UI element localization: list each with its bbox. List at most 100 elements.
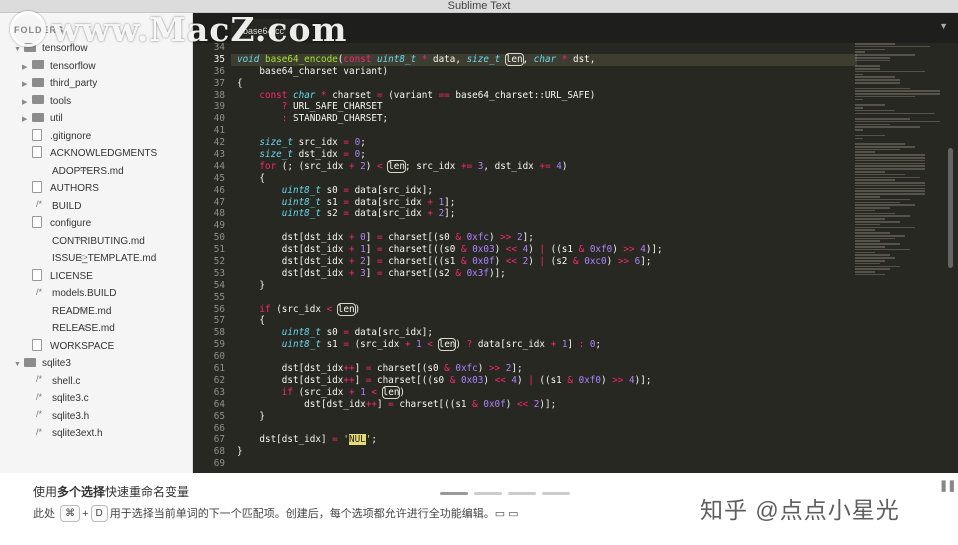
line-number: 59	[213, 339, 225, 351]
minimap[interactable]	[855, 43, 940, 303]
sidebar-item-acknowledgments[interactable]: ACKNOWLEDGMENTS	[0, 145, 192, 163]
sidebar-item-label: LICENSE	[50, 270, 93, 282]
code-line[interactable]: dst[dst_idx + 0] = charset[(s0 & 0xfc) >…	[237, 232, 847, 244]
code-line[interactable]: size_t dst_idx = 0;	[237, 149, 847, 161]
code-line[interactable]	[237, 423, 847, 435]
code-line[interactable]: uint8_t s1 = (src_idx + 1 < len) ? data[…	[237, 338, 847, 352]
pager-dot[interactable]	[542, 492, 570, 495]
code-line[interactable]: }	[237, 280, 847, 292]
code-line[interactable]: size_t src_idx = 0;	[237, 137, 847, 149]
tab-dropdown-icon[interactable]: ▼	[939, 21, 948, 31]
code-line[interactable]: if (src_idx < len)	[237, 302, 847, 316]
minimap-line	[855, 145, 915, 148]
sidebar-item-label: third_party	[50, 78, 98, 89]
disclosure-closed-icon[interactable]: ▶	[22, 111, 32, 129]
code-line[interactable]	[237, 292, 847, 304]
markdown-file-icon: <>	[78, 165, 88, 175]
disclosure-open-icon[interactable]: ▼	[14, 356, 24, 374]
code-line[interactable]: uint8_t s1 = data[src_idx + 1];	[237, 197, 847, 209]
sidebar-item-label: shell.c	[52, 375, 81, 387]
code-line[interactable]	[237, 458, 847, 470]
sidebar-item-adopters-md[interactable]: <>ADOPTERS.md	[0, 163, 192, 181]
line-number: 67	[213, 434, 225, 446]
sidebar: FOLDERS ▼ tensorflow ▶ tensorflow ▶ third_par…	[0, 13, 193, 473]
sidebar-item-build[interactable]: /* BUILD	[0, 198, 192, 216]
code-line[interactable]: dst[dst_idx++] = charset[(s0 & 0xfc) >> …	[237, 363, 847, 375]
scrollbar[interactable]	[948, 43, 953, 473]
minimap-line	[855, 262, 880, 265]
scrollbar-thumb[interactable]	[948, 148, 953, 268]
code-line[interactable]	[237, 220, 847, 232]
code-line[interactable]: dst[dst_idx + 2] = charset[((s1 & 0x0f) …	[237, 256, 847, 268]
line-number: 51	[213, 244, 225, 256]
line-number: 52	[213, 256, 225, 268]
code-line[interactable]: dst[dst_idx++] = charset[((s1 & 0x0f) <<…	[237, 399, 847, 411]
sidebar-item-tools[interactable]: ▶ tools	[0, 93, 192, 111]
code-line[interactable]: uint8_t s2 = data[src_idx + 2];	[237, 208, 847, 220]
line-number: 39	[213, 101, 225, 113]
code-line[interactable]: ? URL_SAFE_CHARSET	[237, 101, 847, 113]
sidebar-item-models-build[interactable]: /* models.BUILD	[0, 285, 192, 303]
line-number: 49	[213, 220, 225, 232]
pause-icon[interactable]: ❚❚	[939, 479, 956, 492]
minimap-line	[855, 176, 920, 179]
sidebar-item-license[interactable]: LICENSE	[0, 268, 192, 286]
sidebar-item-third-party[interactable]: ▶ third_party	[0, 75, 192, 93]
sidebar-item-sqlite3-h[interactable]: /* sqlite3.h	[0, 408, 192, 426]
line-number: 69	[213, 458, 225, 470]
code-line[interactable]: const char * charset = (variant == base6…	[237, 90, 847, 102]
disclosure-closed-icon[interactable]: ▶	[22, 59, 32, 77]
code-line[interactable]: uint8_t s0 = data[src_idx];	[237, 185, 847, 197]
source-file-icon: /*	[35, 374, 42, 385]
code-line[interactable]	[237, 125, 847, 137]
code-area[interactable]: void base64_encode(const uint8_t * data,…	[231, 42, 857, 470]
minimap-line	[855, 168, 925, 170]
code-line[interactable]: : STANDARD_CHARSET;	[237, 113, 847, 125]
sidebar-item-issue-template-md[interactable]: <>ISSUE_TEMPLATE.md	[0, 250, 192, 268]
minimap-line	[855, 112, 935, 115]
sidebar-item-tensorflow[interactable]: ▶ tensorflow	[0, 58, 192, 76]
sidebar-item-contributing-md[interactable]: <>CONTRIBUTING.md	[0, 233, 192, 251]
pager-dot[interactable]	[508, 492, 536, 495]
sidebar-item-util[interactable]: ▶ util	[0, 110, 192, 128]
code-editor[interactable]: base64.cc ▼ 34 35 36 37 38 39 40 41 42 43 44 45 46 47…	[193, 13, 958, 473]
code-line[interactable]: {	[237, 78, 847, 90]
code-line[interactable]: dst[dst_idx + 3] = charset[(s2 & 0x3f)];	[237, 268, 847, 280]
code-line[interactable]: void base64_encode(const uint8_t * data,…	[231, 52, 857, 66]
pager-dot[interactable]	[440, 492, 468, 495]
source-file-icon: /*	[35, 391, 42, 402]
minimap-line	[855, 229, 875, 231]
sidebar-item-sqlite3ext-h[interactable]: /* sqlite3ext.h	[0, 425, 192, 443]
disclosure-closed-icon[interactable]: ▶	[22, 76, 32, 94]
minimap-line	[855, 193, 925, 195]
sidebar-item--gitignore[interactable]: .gitignore	[0, 128, 192, 146]
markdown-file-icon: <>	[78, 305, 88, 315]
minimap-line	[855, 212, 895, 215]
disclosure-closed-icon[interactable]: ▶	[22, 94, 32, 112]
sidebar-item-sqlite3[interactable]: ▼ sqlite3	[0, 355, 192, 373]
code-line[interactable]: for (; (src_idx + 2) < len; src_idx += 3…	[237, 159, 847, 173]
sidebar-item-authors[interactable]: AUTHORS	[0, 180, 192, 198]
code-line[interactable]: uint8_t s0 = data[src_idx];	[237, 327, 847, 339]
sidebar-item-shell-c[interactable]: /* shell.c	[0, 373, 192, 391]
code-line[interactable]	[237, 351, 847, 363]
line-number: 36	[213, 65, 225, 77]
sidebar-item-sqlite3-c[interactable]: /* sqlite3.c	[0, 390, 192, 408]
code-line[interactable]: if (src_idx + 1 < len)	[237, 385, 847, 399]
sidebar-item-configure[interactable]: configure	[0, 215, 192, 233]
code-line[interactable]: {	[237, 173, 847, 185]
code-line[interactable]: dst[dst_idx] = 'NUL';	[237, 434, 847, 446]
sidebar-item-workspace[interactable]: WORKSPACE	[0, 338, 192, 356]
code-line[interactable]: }	[237, 411, 847, 423]
code-line[interactable]: }	[237, 446, 847, 458]
code-line[interactable]: base64_charset variant)	[237, 66, 847, 78]
line-number: 64	[213, 398, 225, 410]
sidebar-item-readme-md[interactable]: <>README.md	[0, 303, 192, 321]
code-line[interactable]: dst[dst_idx + 1] = charset[((s0 & 0x03) …	[237, 244, 847, 256]
pager-dot[interactable]	[474, 492, 502, 495]
sidebar-item-release-md[interactable]: <>RELEASE.md	[0, 320, 192, 338]
code-line[interactable]: {	[237, 315, 847, 327]
line-number: 38	[213, 89, 225, 101]
minimap-line	[855, 218, 885, 220]
code-line[interactable]: dst[dst_idx++] = charset[((s0 & 0x03) <<…	[237, 375, 847, 387]
